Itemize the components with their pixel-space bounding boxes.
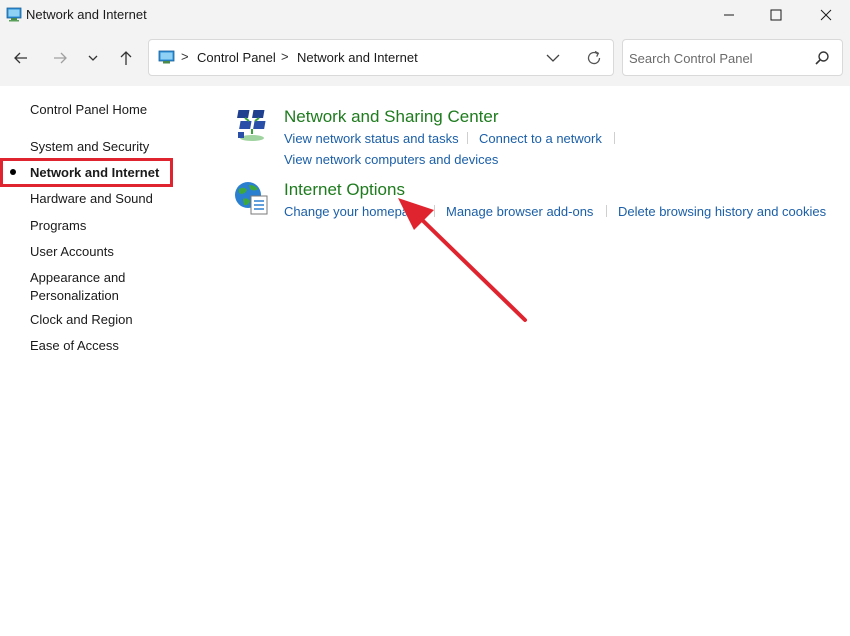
sidebar-item-label-line-1: Appearance and <box>30 270 126 285</box>
change-homepage-link[interactable]: Change your homepage <box>284 204 424 219</box>
chevron-down-icon <box>88 55 98 61</box>
minimize-button[interactable] <box>705 0 753 30</box>
annotation-highlight-box <box>0 158 173 187</box>
control-panel-app-icon <box>6 7 22 22</box>
minimize-icon <box>724 14 734 16</box>
up-button[interactable] <box>112 44 140 72</box>
breadcrumb-control-panel[interactable]: Control Panel <box>197 50 276 65</box>
refresh-button[interactable] <box>583 47 605 69</box>
arrow-right-icon <box>54 52 67 64</box>
view-network-status-link[interactable]: View network status and tasks <box>284 131 459 146</box>
manage-browser-addons-link[interactable]: Manage browser add-ons <box>446 204 593 219</box>
sidebar-item-label-line-2: Personalization <box>30 288 119 303</box>
sidebar-item-hardware-and-sound[interactable]: Hardware and Sound <box>30 190 153 208</box>
maximize-button[interactable] <box>752 0 800 30</box>
recent-locations-button[interactable] <box>79 44 107 72</box>
search-box[interactable] <box>622 39 843 76</box>
sidebar-item-user-accounts[interactable]: User Accounts <box>30 243 114 261</box>
view-network-computers-link[interactable]: View network computers and devices <box>284 152 498 167</box>
sidebar-item-appearance-and-personalization[interactable]: Appearance and Personalization <box>30 269 125 305</box>
window-title: Network and Internet <box>26 7 147 22</box>
link-separator <box>434 205 435 217</box>
link-separator <box>614 132 615 144</box>
chevron-down-icon <box>546 54 560 62</box>
sidebar-item-system-and-security[interactable]: System and Security <box>30 138 149 156</box>
link-separator <box>606 205 607 217</box>
sidebar-control-panel-home[interactable]: Control Panel Home <box>30 101 147 119</box>
internet-options-globe-icon[interactable] <box>234 180 270 216</box>
sidebar-item-programs[interactable]: Programs <box>30 217 86 235</box>
close-icon <box>820 9 832 21</box>
maximize-icon <box>770 9 782 21</box>
search-icon[interactable] <box>813 49 831 67</box>
breadcrumb-separator[interactable]: > <box>281 49 289 64</box>
network-and-sharing-center-title[interactable]: Network and Sharing Center <box>284 107 499 127</box>
delete-browsing-history-link[interactable]: Delete browsing history and cookies <box>618 204 826 219</box>
address-history-dropdown[interactable] <box>543 49 563 67</box>
sidebar-item-ease-of-access[interactable]: Ease of Access <box>30 337 119 355</box>
close-button[interactable] <box>802 0 850 30</box>
arrow-left-icon <box>14 52 27 64</box>
breadcrumb-separator: > <box>181 49 189 64</box>
address-bar[interactable]: > Control Panel > Network and Internet <box>148 39 614 76</box>
refresh-icon <box>587 50 601 65</box>
navigation-bar: > Control Panel > Network and Internet <box>0 30 850 86</box>
title-bar: Network and Internet <box>0 0 850 30</box>
connect-to-network-link[interactable]: Connect to a network <box>479 131 602 146</box>
network-sharing-center-icon[interactable] <box>235 107 271 143</box>
breadcrumb-network-and-internet[interactable]: Network and Internet <box>297 50 418 65</box>
arrow-up-icon <box>120 51 132 65</box>
link-separator <box>467 132 468 144</box>
back-button[interactable] <box>7 44 35 72</box>
sidebar-item-clock-and-region[interactable]: Clock and Region <box>30 311 133 329</box>
internet-options-title[interactable]: Internet Options <box>284 180 405 200</box>
control-panel-icon <box>158 50 175 64</box>
search-input[interactable] <box>629 47 809 69</box>
forward-button[interactable] <box>46 44 74 72</box>
